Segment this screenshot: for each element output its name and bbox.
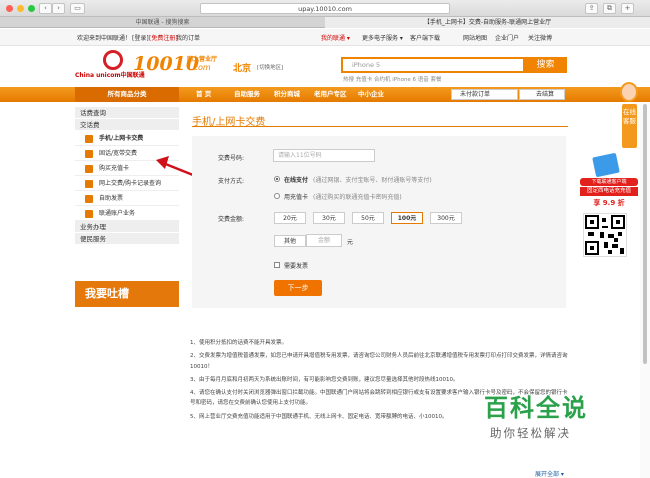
invoice-icon	[85, 195, 93, 203]
amount-50[interactable]: 50元	[352, 212, 384, 224]
card-icon	[85, 165, 93, 173]
online-pay-desc: (通过网银、支付宝账号、财付通账号等支付)	[313, 177, 432, 184]
city-name: 北京	[233, 64, 252, 74]
sidebar-item-label: 购买充值卡	[99, 165, 130, 172]
promo-download[interactable]: 下载联通客户端	[580, 178, 638, 186]
note-item: 1、使用积分抵扣的话费不能开具发票。	[190, 340, 288, 346]
tab-bar: 中国联通 - 搜狗搜索 【手机_上网卡】交费-自助服务-联通网上营业厅	[0, 17, 650, 28]
my-unicom-menu[interactable]: 我的联通 ▾	[321, 33, 350, 42]
yuan-unit: 元	[347, 239, 354, 246]
sidebar-section-business[interactable]: 业务办理	[75, 221, 179, 233]
online-pay-radio[interactable]	[274, 176, 280, 182]
close-window-icon[interactable]	[6, 5, 13, 12]
scrollbar-thumb[interactable]	[643, 104, 647, 364]
records-icon	[85, 180, 93, 188]
nav-old-users[interactable]: 老用户专区	[314, 87, 347, 102]
new-tab-button[interactable]: +	[621, 3, 634, 14]
site-topbar: 欢迎来到中国联通！ [登录] [免费注册] 我的订单 我的联通 ▾ 更多电子服务…	[0, 29, 650, 46]
sidebar-item-invoice[interactable]: 自助发票	[75, 191, 179, 206]
sidebar-item-label: 自助发票	[99, 195, 124, 202]
service-avatar-icon	[620, 82, 638, 102]
all-categories-button[interactable]: 所有商品分类	[75, 87, 179, 102]
sidebar-item-label: 固话/宽带交费	[99, 150, 138, 157]
my-orders-link[interactable]: 我的订单	[176, 33, 200, 42]
logo-subtitle: 网上营业厅	[187, 56, 218, 63]
browser-toolbar: ‹ › ▭ upay.10010.com ⇪ ⧉ +	[0, 0, 650, 17]
amount-other-button[interactable]: 其他	[274, 235, 306, 247]
more-products-menu[interactable]: 更多电子服务 ▾	[362, 33, 403, 42]
phone-label: 交费号码:	[218, 155, 245, 162]
card-pay-desc: (通过购买的联通充值卡密码充值)	[313, 194, 402, 201]
city-switch-link[interactable]: [切换地区]	[257, 63, 283, 71]
phone-input[interactable]: 请输入11位号码	[273, 149, 375, 162]
enterprise-link[interactable]: 企业门户	[495, 33, 519, 42]
sidebar-section-pay[interactable]: 交话费	[75, 119, 179, 131]
expand-all-link[interactable]: 展开全部 ▾	[535, 469, 564, 478]
sidebar-item-mobile-pay[interactable]: 手机/上网卡交费	[75, 131, 179, 146]
search-button[interactable]: 搜索	[524, 57, 567, 73]
amount-30[interactable]: 30元	[313, 212, 345, 224]
sidebar-toggle-icon[interactable]: ▭	[70, 3, 85, 14]
hot-search-links[interactable]: 热搜 充值卡 合约机 iPhone 6 语音 套餐	[343, 75, 442, 83]
invoice-label: 需要发票	[284, 263, 309, 270]
sidebar-item-account[interactable]: 联通账户业务	[75, 206, 179, 221]
qr-code-icon	[583, 213, 627, 257]
address-bar[interactable]: upay.10010.com	[200, 3, 450, 14]
card-pay-radio[interactable]	[274, 193, 280, 199]
phone-icon	[85, 135, 93, 143]
watermark-subtitle: 助你轻松解决	[490, 426, 571, 440]
follow-weibo-link[interactable]: 关注微博	[528, 33, 552, 42]
logo-com: .com	[191, 63, 211, 72]
china-unicom-logo-icon	[103, 50, 123, 70]
watermark-title: 百科全说	[484, 394, 588, 422]
register-link[interactable]: [免费注册]	[149, 33, 178, 42]
complain-banner[interactable]: 我要吐槽	[75, 281, 179, 307]
nav-self-service[interactable]: 自助服务	[234, 87, 260, 102]
search-input[interactable]: iPhone 5	[352, 61, 380, 69]
telephone-icon	[85, 150, 93, 158]
invoice-checkbox[interactable]	[274, 262, 280, 268]
unpaid-orders-button[interactable]: 未付款订单	[451, 89, 518, 100]
note-item: 2、交费发票为增值税普通发票，如您已申请开具增值税专用发票，请咨询您公司财务人员…	[190, 353, 568, 370]
nav-sme[interactable]: 中小企业	[358, 87, 384, 102]
cart-button[interactable]: 去结算	[519, 89, 565, 100]
tabs-overview-icon[interactable]: ⧉	[603, 3, 616, 14]
account-icon	[85, 210, 93, 218]
back-button[interactable]: ‹	[39, 3, 52, 14]
login-link[interactable]: [登录]	[132, 33, 149, 42]
sidebar-item-label: 联通账户业务	[99, 210, 136, 217]
card-pay-label: 用充值卡	[284, 194, 309, 201]
share-icon[interactable]: ⇪	[585, 3, 598, 14]
tab-search[interactable]: 中国联通 - 搜狗搜索	[0, 17, 325, 28]
sidebar-item-label: 手机/上网卡交费	[99, 135, 144, 142]
title-divider	[192, 126, 568, 127]
next-button[interactable]: 下一步	[274, 280, 322, 296]
amount-20[interactable]: 20元	[274, 212, 306, 224]
welcome-text: 欢迎来到中国联通！	[77, 35, 132, 42]
custom-amount-input[interactable]: 金额	[306, 234, 342, 247]
pay-method-label: 支付方式:	[218, 178, 245, 185]
client-download-link[interactable]: 客户端下载	[410, 33, 440, 42]
amount-100[interactable]: 100元	[391, 212, 423, 224]
promo-discount: 享 9.9 折	[593, 199, 625, 207]
minimize-window-icon[interactable]	[17, 5, 24, 12]
zoom-window-icon[interactable]	[28, 5, 35, 12]
online-pay-label: 在线支付	[284, 177, 309, 184]
amount-300[interactable]: 300元	[430, 212, 462, 224]
tab-unicom[interactable]: 【手机_上网卡】交费-自助服务-联通网上营业厅	[325, 17, 650, 28]
note-item: 3、由于每月月底和月初两天为系统出账时间，有可能影响您交费到账，建议您尽量选择其…	[190, 376, 459, 383]
nav-home[interactable]: 首 页	[196, 87, 211, 102]
forward-button[interactable]: ›	[52, 3, 65, 14]
nav-points-mall[interactable]: 积分商城	[274, 87, 300, 102]
promo-recharge: 固定西电话充充值	[580, 187, 638, 196]
sidebar-section-convenience[interactable]: 便民服务	[75, 233, 179, 245]
site-map-link[interactable]: 网站地图	[463, 33, 487, 42]
online-service-button[interactable]: 在线客服	[622, 104, 637, 148]
sidebar-item-label: 网上交费/购卡记录查询	[99, 180, 162, 187]
amount-label: 交费金额:	[218, 216, 245, 223]
sidebar-section-balance[interactable]: 话费查询	[75, 107, 179, 119]
